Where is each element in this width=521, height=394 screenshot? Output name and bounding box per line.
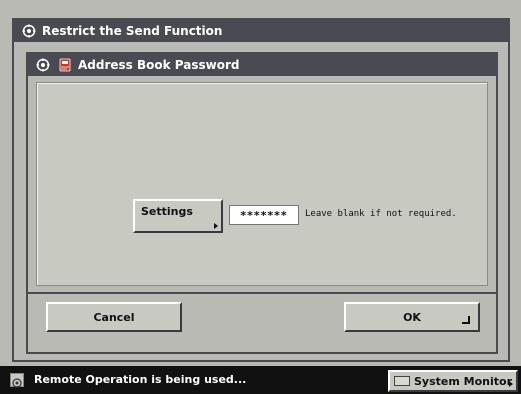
address-book-icon xyxy=(58,58,72,72)
inner-window: Address Book Password Settings ******* L… xyxy=(26,52,498,354)
screen: Restrict the Send Function Address Book … xyxy=(0,0,521,394)
password-hint: Leave blank if not required. xyxy=(305,209,457,219)
remote-operation-icon xyxy=(10,373,24,388)
outer-title-bar: Restrict the Send Function xyxy=(14,20,508,42)
settings-button[interactable]: Settings xyxy=(133,199,223,233)
cancel-button-label: Cancel xyxy=(93,310,135,324)
system-monitor-label: System Monitor xyxy=(414,374,512,388)
gear-icon xyxy=(36,58,50,72)
content-panel: Settings ******* Leave blank if not requ… xyxy=(36,82,488,286)
outer-window: Restrict the Send Function Address Book … xyxy=(12,18,510,362)
gear-icon xyxy=(22,24,36,38)
chevron-right-icon xyxy=(214,223,218,229)
password-value: ******* xyxy=(240,208,288,222)
ok-button-label: OK xyxy=(403,310,421,324)
outer-window-title: Restrict the Send Function xyxy=(42,24,223,38)
settings-button-label: Settings xyxy=(141,205,193,218)
cancel-button[interactable]: Cancel xyxy=(46,302,182,332)
enter-icon xyxy=(462,316,470,324)
ok-button[interactable]: OK xyxy=(344,302,480,332)
status-bar: Remote Operation is being used... System… xyxy=(0,366,521,394)
monitor-icon xyxy=(394,376,410,386)
password-field[interactable]: ******* xyxy=(229,205,299,225)
system-monitor-button[interactable]: System Monitor xyxy=(388,370,518,392)
inner-window-title: Address Book Password xyxy=(78,58,240,72)
divider xyxy=(26,292,498,294)
inner-title-bar: Address Book Password xyxy=(28,54,496,76)
status-message: Remote Operation is being used... xyxy=(34,373,247,386)
chevron-right-icon xyxy=(509,381,513,387)
